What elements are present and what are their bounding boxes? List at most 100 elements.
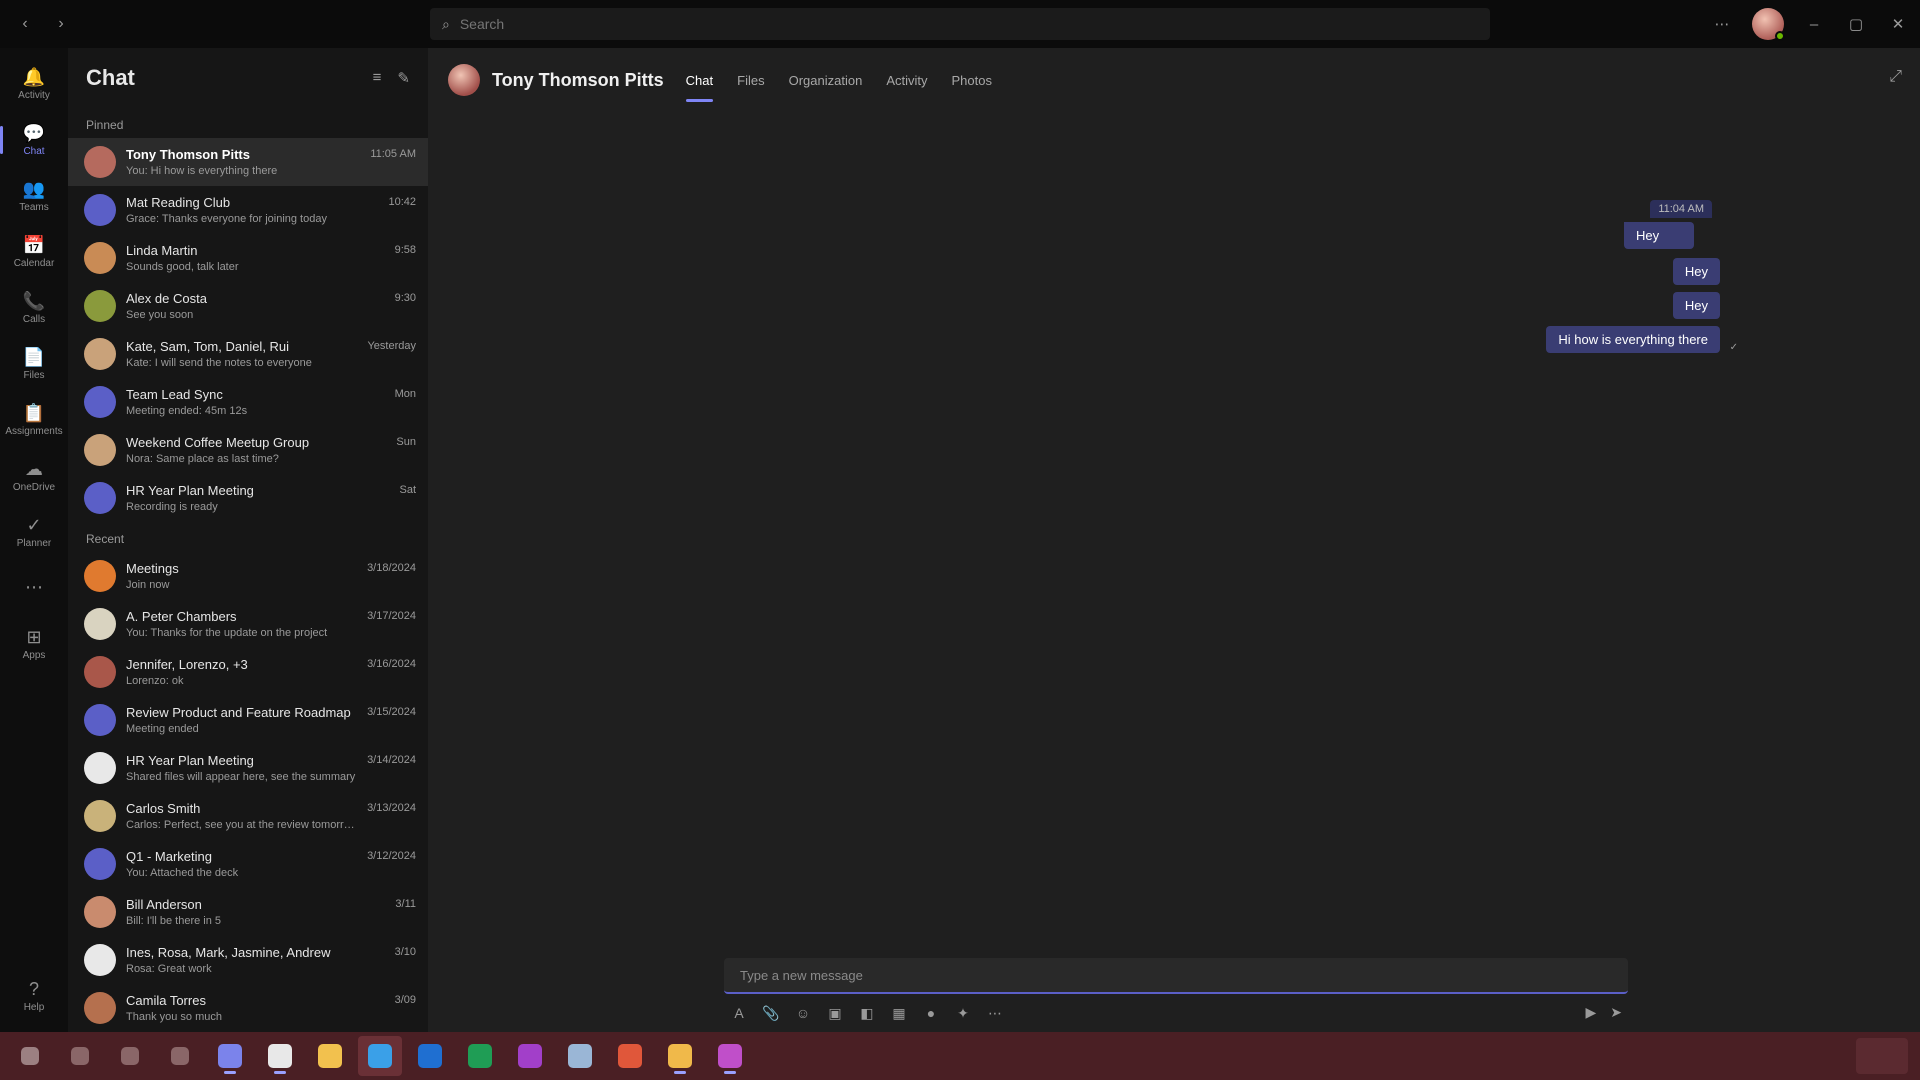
teams-icon: 👥 [22,179,46,199]
new-chat-icon[interactable]: ✎ [397,69,410,87]
rail-item-calendar[interactable]: 📅 Calendar [0,224,68,280]
message-input[interactable] [738,966,1628,984]
rail-item-assignments[interactable]: 📋 Assignments [0,392,68,448]
rail-item-calls[interactable]: 📞 Calls [0,280,68,336]
taskbar-widgets-button[interactable] [158,1036,202,1076]
chat-avatar [84,992,116,1024]
schedule-meeting-icon[interactable]: ▦ [890,1004,908,1022]
chat-list-item[interactable]: Bill Anderson Bill: I'll be there in 5 3/1… [68,888,428,936]
compose-box[interactable] [724,958,1628,994]
chat-list-item[interactable]: Mat Reading Club Grace: Thanks everyone f… [68,186,428,234]
format-icon[interactable]: A [730,1004,748,1022]
chat-list-item[interactable]: Meetings Join now 3/18/2024 [68,552,428,600]
rail-item-chat[interactable]: 💬 Chat [0,112,68,168]
more-options-icon[interactable]: ⋯ [1710,12,1734,36]
taskbar-folder-button[interactable] [658,1036,702,1076]
taskbar-excel-button[interactable] [458,1036,502,1076]
chat-list-item[interactable]: Q1 - Marketing You: Attached the deck 3/12… [68,840,428,888]
chat-avatar [84,146,116,178]
send-icon[interactable]: ➤ [1610,1004,1622,1021]
taskbar-explorer-button[interactable] [308,1036,352,1076]
rail-item-label: OneDrive [12,482,56,493]
taskbar-powerpoint-button[interactable] [608,1036,652,1076]
taskbar [0,1032,1920,1080]
tab-organization[interactable]: Organization [789,65,863,96]
chat-avatar [84,800,116,832]
taskbar-edge-button[interactable] [358,1036,402,1076]
search-bar[interactable]: ⌕ [430,8,1490,40]
message-bubble[interactable]: Hey [1672,258,1720,285]
chat-preview: Kate: I will send the notes to everyone [126,357,312,369]
rail-item-teams[interactable]: 👥 Teams [0,168,68,224]
teams-icon [218,1044,242,1068]
rail-item-more[interactable]: ⋯ [0,560,68,616]
chat-list-item[interactable]: Carlos Smith Carlos: Perfect, see you at … [68,792,428,840]
profile-avatar[interactable] [1752,8,1785,41]
expand-icon[interactable]: ⤢ [1889,68,1902,86]
loop-icon[interactable]: ● [922,1004,940,1022]
chat-list-item[interactable]: Jennifer, Lorenzo, +3 Lorenzo: ok 3/16/202… [68,648,428,696]
back-icon[interactable]: ‹ [12,11,38,37]
taskbar-taskview-button[interactable] [108,1036,152,1076]
tab-chat[interactable]: Chat [685,65,714,102]
taskbar-paint-button[interactable] [708,1036,752,1076]
chat-list-item[interactable]: Weekend Coffee Meetup Group Nora: Same pl… [68,426,428,474]
maximize-icon[interactable]: ▢ [1844,12,1868,36]
explorer-icon [318,1044,342,1068]
message-bubble[interactable]: Hey [1672,292,1720,319]
taskbar-photos-button[interactable] [558,1036,602,1076]
message-bubble[interactable]: Hey [1624,222,1694,249]
apps-icon: ⊞ [26,627,42,647]
conversation-avatar[interactable] [448,64,480,96]
tab-photos[interactable]: Photos [951,65,991,96]
filter-icon[interactable]: ≡ [373,69,382,87]
chat-list-item[interactable]: Alex de Costa See you soon 9:30 [68,282,428,330]
chat-avatar [84,434,116,466]
more-actions-icon[interactable]: ⋯ [986,1004,1004,1022]
chat-text: Mat Reading Club Grace: Thanks everyone f… [126,195,378,225]
taskbar-start-button[interactable] [8,1036,52,1076]
taskbar-teams-button[interactable] [208,1036,252,1076]
message-bubble[interactable]: Hi how is everything there [1546,326,1720,353]
forward-icon[interactable]: › [48,11,74,37]
rail-item-activity[interactable]: 🔔 Activity [0,56,68,112]
calendar-icon: 📅 [22,235,46,255]
rail-item-onedrive[interactable]: ☁ OneDrive [0,448,68,504]
chat-list-item[interactable]: Team Lead Sync Meeting ended: 45m 12s Mon [68,378,428,426]
taskbar-search-button[interactable] [58,1036,102,1076]
rail-item-label: Assignments [5,426,63,437]
chat-list-item[interactable]: Linda Martin Sounds good, talk later 9:58 [68,234,428,282]
taskbar-notepad-button[interactable] [258,1036,302,1076]
chat-list-item[interactable]: Ines, Rosa, Mark, Jasmine, Andrew Rosa: G… [68,936,428,984]
close-icon[interactable]: ✕ [1886,12,1910,36]
sticker-icon[interactable]: ◧ [858,1004,876,1022]
tab-files[interactable]: Files [737,65,764,96]
taskbar-outlook-button[interactable] [408,1036,452,1076]
video-clip-icon[interactable]: ▶ [1585,1004,1596,1021]
rail-item-files[interactable]: 📄 Files [0,336,68,392]
chat-list-item[interactable]: Kate, Sam, Tom, Daniel, Rui Kate: I will … [68,330,428,378]
emoji-icon[interactable]: ☺ [794,1004,812,1022]
system-tray-clock[interactable] [1856,1038,1908,1074]
chat-list-item[interactable]: Review Product and Feature Roadmap Meetin… [68,696,428,744]
paint-icon [718,1044,742,1068]
rail-item-help[interactable]: ? Help [0,968,68,1024]
taskbar-onenote-button[interactable] [508,1036,552,1076]
attach-icon[interactable]: 📎 [762,1004,780,1022]
rail-item-planner[interactable]: ✓ Planner [0,504,68,560]
chat-list-item[interactable]: Tony Thomson Pitts You: Hi how is everyth… [68,138,428,186]
chat-list-item[interactable]: HR Year Plan Meeting Recording is ready Sa… [68,474,428,522]
rail-item-apps[interactable]: ⊞ Apps [0,616,68,672]
chat-preview: You: Attached the deck [126,867,239,879]
minimize-icon[interactable]: – [1802,12,1826,36]
gif-icon[interactable]: ▣ [826,1004,844,1022]
chat-name: Mat Reading Club [126,195,231,210]
praise-icon[interactable]: ✦ [954,1004,972,1022]
chat-list-item[interactable]: Camila Torres Thank you so much 3/09 [68,984,428,1032]
search-input[interactable] [457,15,1490,33]
chat-list-item[interactable]: A. Peter Chambers You: Thanks for the upd… [68,600,428,648]
chat-name: HR Year Plan Meeting [126,483,254,498]
chat-list-item[interactable]: HR Year Plan Meeting Shared files will ap… [68,744,428,792]
rail-item-label: Activity [18,90,50,101]
tab-activity[interactable]: Activity [886,65,927,96]
